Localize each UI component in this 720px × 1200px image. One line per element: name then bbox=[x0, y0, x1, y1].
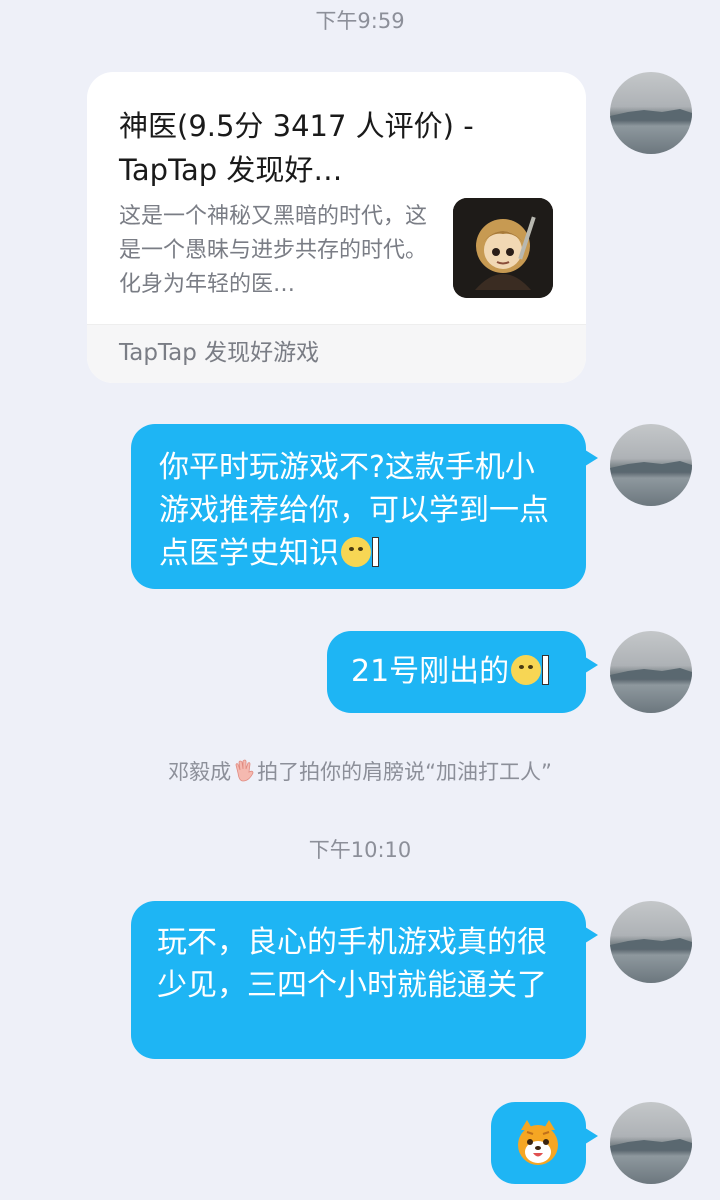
message-bubble[interactable] bbox=[491, 1102, 598, 1184]
nudge-text: 拍了拍你的肩膀说“加油打工人” bbox=[257, 760, 552, 784]
avatar[interactable] bbox=[610, 72, 692, 154]
link-share-card[interactable]: 神医(9.5分 3417 人评价) - TapTap 发现好… 这是一个神秘又黑… bbox=[87, 72, 586, 383]
message-text: 玩不，良心的手机游戏真的很少见，三四个小时就能通关了 bbox=[157, 925, 547, 1003]
message-text: 21号刚出的 bbox=[351, 654, 510, 689]
timestamp: 下午10:10 bbox=[308, 838, 412, 862]
nudge-sender[interactable]: 邓毅成 bbox=[168, 760, 231, 784]
card-description: 这是一个神秘又黑暗的时代，这是一个愚昧与进步共存的时代。化身为年轻的医… bbox=[119, 204, 428, 297]
peek-emoji bbox=[509, 654, 550, 689]
cat-sticker bbox=[513, 1118, 563, 1180]
message-bubble[interactable]: 21号刚出的 bbox=[327, 631, 598, 713]
waving-hand-icon bbox=[233, 759, 255, 783]
avatar[interactable] bbox=[610, 424, 692, 506]
timestamp: 下午9:59 bbox=[315, 9, 405, 33]
avatar[interactable] bbox=[610, 901, 692, 983]
game-character-icon bbox=[453, 198, 553, 298]
avatar[interactable] bbox=[610, 1102, 692, 1184]
card-source: TapTap 发现好游戏 bbox=[87, 324, 586, 383]
avatar[interactable] bbox=[610, 631, 692, 713]
peek-emoji bbox=[339, 536, 379, 571]
message-bubble[interactable]: 玩不，良心的手机游戏真的很少见，三四个小时就能通关了 bbox=[131, 901, 598, 1059]
nudge-notice: 邓毅成 拍了拍你的肩膀说“加油打工人” bbox=[0, 756, 720, 786]
message-bubble[interactable]: 你平时玩游戏不?这款手机小游戏推荐给你，可以学到一点点医学史知识 bbox=[131, 424, 598, 589]
card-title: 神医(9.5分 3417 人评价) - TapTap 发现好… bbox=[119, 109, 474, 187]
